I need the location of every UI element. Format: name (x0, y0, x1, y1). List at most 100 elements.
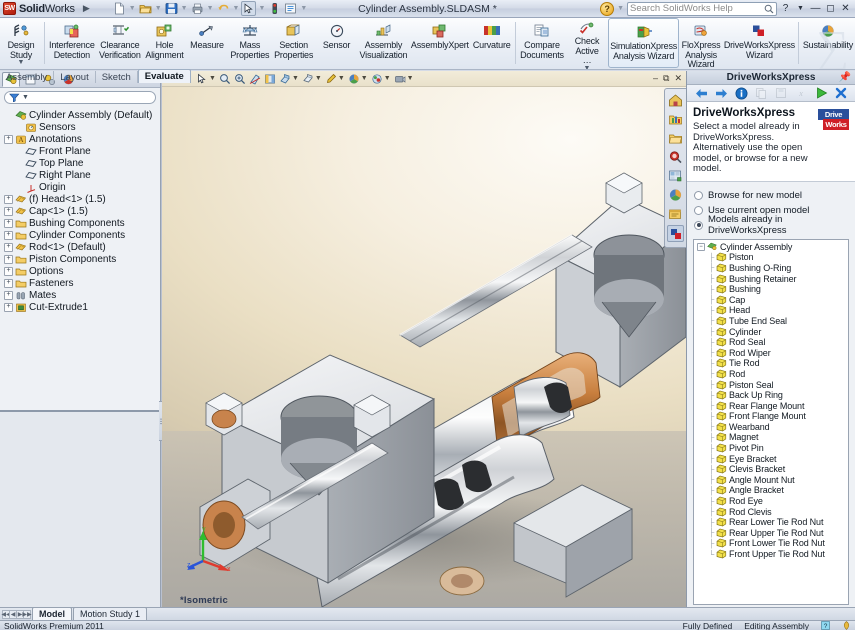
tree-expander[interactable]: + (4, 219, 13, 228)
tab-evaluate[interactable]: Evaluate (138, 69, 191, 83)
display-style-icon[interactable]: ▼ (278, 73, 300, 85)
tab-assembly[interactable]: Assembly (0, 71, 54, 83)
document-minimize-button[interactable]: – (653, 73, 658, 84)
tree-expander[interactable] (14, 183, 23, 192)
tree-expander[interactable] (4, 111, 13, 120)
tree-expander[interactable] (14, 171, 23, 180)
sustainability-status-icon[interactable] (842, 621, 851, 630)
model-list-item[interactable]: ├Back Up Ring (697, 390, 848, 401)
close-button[interactable]: ✕ (839, 3, 852, 14)
help-icon[interactable]: ? (600, 2, 614, 16)
solidworks-logo[interactable]: SW SolidWorks ▶ (0, 2, 90, 15)
model-list[interactable]: − Cylinder Assembly ├Piston├Bushing O-Ri… (693, 239, 849, 606)
tree-item-rod[interactable]: + Rod<1> (Default) (4, 241, 160, 253)
select-icon[interactable] (241, 1, 256, 16)
document-restore-button[interactable]: ⧉ (663, 73, 669, 84)
option-models-already-in-driveworksxpress[interactable]: Models already in DriveWorksXpress (694, 218, 848, 233)
ribbon-button-assembly-visualization[interactable]: AssemblyVisualization (358, 18, 410, 70)
tree-item-fasteners[interactable]: + Fasteners (4, 277, 160, 289)
save-icon[interactable] (164, 1, 179, 16)
tree-item-annotations[interactable]: + A Annotations (4, 133, 160, 145)
chevron-down-icon[interactable]: ▼ (315, 75, 322, 82)
ribbon-button-measure[interactable]: Measure (186, 18, 228, 70)
info-button[interactable] (734, 86, 749, 100)
model-list-item[interactable]: ├Wearband (697, 422, 848, 433)
model-list-item[interactable]: ├Rod Eye (697, 496, 848, 507)
undo-icon[interactable] (216, 1, 231, 16)
tree-item-cylinder-assembly[interactable]: Cylinder Assembly (Default) (4, 109, 160, 121)
ribbon-button-mass-properties[interactable]: MassProperties (228, 18, 272, 70)
model-list-item[interactable]: ├Bushing Retainer (697, 273, 848, 284)
radio-button[interactable] (694, 191, 703, 200)
model-list-item[interactable]: ├Clevis Bracket (697, 464, 848, 475)
radio-button[interactable] (694, 221, 703, 230)
tab-motion-study-1[interactable]: Motion Study 1 (73, 607, 147, 620)
ribbon-button-curvature[interactable]: Curvature (470, 18, 513, 70)
model-list-item[interactable]: ├Bushing O-Ring (697, 263, 848, 274)
tree-expander[interactable]: + (4, 195, 13, 204)
tree-item-head[interactable]: + (f) Head<1> (1.5) (4, 193, 160, 205)
tree-expander[interactable]: + (4, 291, 13, 300)
chevron-down-icon[interactable]: ▼ (361, 75, 368, 82)
maximize-button[interactable]: ◻ (824, 3, 837, 14)
tree-expander[interactable]: + (4, 135, 13, 144)
view-settings-icon[interactable]: ▼ (370, 73, 392, 85)
tree-item-origin[interactable]: Origin (4, 181, 160, 193)
search-icon[interactable] (667, 149, 684, 166)
back-button[interactable] (694, 86, 709, 100)
tree-expander[interactable]: + (4, 267, 13, 276)
save-button[interactable] (774, 86, 789, 100)
model-list-item[interactable]: ├Angle Mount Nut (697, 475, 848, 486)
help-question-button[interactable]: ? (779, 3, 792, 14)
tree-item-cylinder-components[interactable]: + Cylinder Components (4, 229, 160, 241)
model-list-root[interactable]: − Cylinder Assembly (697, 242, 848, 253)
tree-collapse-expander[interactable]: − (697, 243, 705, 251)
options-icon[interactable] (283, 1, 298, 16)
filter-caret-icon[interactable]: ▼ (22, 94, 29, 101)
model-list-item[interactable]: ├Bushing (697, 284, 848, 295)
help-dropdown-caret-icon[interactable]: ▼ (616, 5, 625, 12)
tree-item-options[interactable]: + Options (4, 265, 160, 277)
dropdown-caret-icon[interactable]: ▼ (206, 5, 215, 12)
tree-expander[interactable]: + (4, 279, 13, 288)
tree-expander[interactable] (14, 147, 23, 156)
model-list-item[interactable]: ├Rear Flange Mount (697, 400, 848, 411)
custom-properties-icon[interactable] (667, 206, 684, 223)
document-close-button[interactable]: ✕ (674, 73, 682, 84)
model-list-item[interactable]: ├Tube End Seal (697, 316, 848, 327)
ribbon-button-check-active[interactable]: CheckActive … ▼ (566, 18, 608, 70)
ribbon-button-clearance-verification[interactable]: ClearanceVerification (97, 18, 143, 70)
model-list-item[interactable]: ├Cylinder (697, 326, 848, 337)
close-button[interactable] (834, 86, 849, 100)
dropdown-caret-icon[interactable]: ▼ (154, 5, 163, 12)
help-status-icon[interactable]: ? (821, 621, 830, 630)
tree-item-right-plane[interactable]: Right Plane (4, 169, 160, 181)
model-list-item[interactable]: ├Cap (697, 294, 848, 305)
ribbon-button-floxpress[interactable]: FloXpressAnalysisWizard (679, 18, 723, 70)
model-list-item[interactable]: ├Magnet (697, 432, 848, 443)
menu-expand-caret-icon[interactable]: ▶ (83, 3, 90, 14)
model-list-item[interactable]: ├Rod Wiper (697, 347, 848, 358)
tree-item-sensors[interactable]: Sensors (4, 121, 160, 133)
chevron-down-icon[interactable]: ▼ (407, 75, 414, 82)
file-explorer-icon[interactable] (667, 130, 684, 147)
viewport-3d[interactable]: y x z *Isometric (162, 87, 686, 611)
apply-scene-icon[interactable]: ▼ (347, 73, 369, 85)
dropdown-caret-icon[interactable]: ▼ (257, 5, 266, 12)
model-list-item[interactable]: ├Pivot Pin (697, 443, 848, 454)
tree-item-mates[interactable]: + Mates (4, 289, 160, 301)
minimize-button[interactable]: — (809, 3, 822, 14)
tab-layout[interactable]: Layout (54, 71, 96, 83)
driveworksxpress-icon[interactable] (667, 225, 684, 242)
help-search-input[interactable]: Search SolidWorks Help (627, 2, 777, 16)
forward-button[interactable] (714, 86, 729, 100)
model-list-item[interactable]: ├Rear Lower Tie Rod Nut (697, 517, 848, 528)
view-orientation-icon[interactable] (263, 73, 277, 85)
chevron-down-icon[interactable]: ▼ (338, 75, 345, 82)
tree-expander[interactable]: + (4, 255, 13, 264)
model-list-item[interactable]: ├Front Lower Tie Rod Nut (697, 538, 848, 549)
ribbon-button-compare-documents[interactable]: CompareDocuments (518, 18, 566, 70)
ribbon-button-sustainability[interactable]: Sustainability (801, 18, 855, 70)
tree-item-front-plane[interactable]: Front Plane (4, 145, 160, 157)
ribbon-button-sensor[interactable]: Sensor (316, 18, 358, 70)
